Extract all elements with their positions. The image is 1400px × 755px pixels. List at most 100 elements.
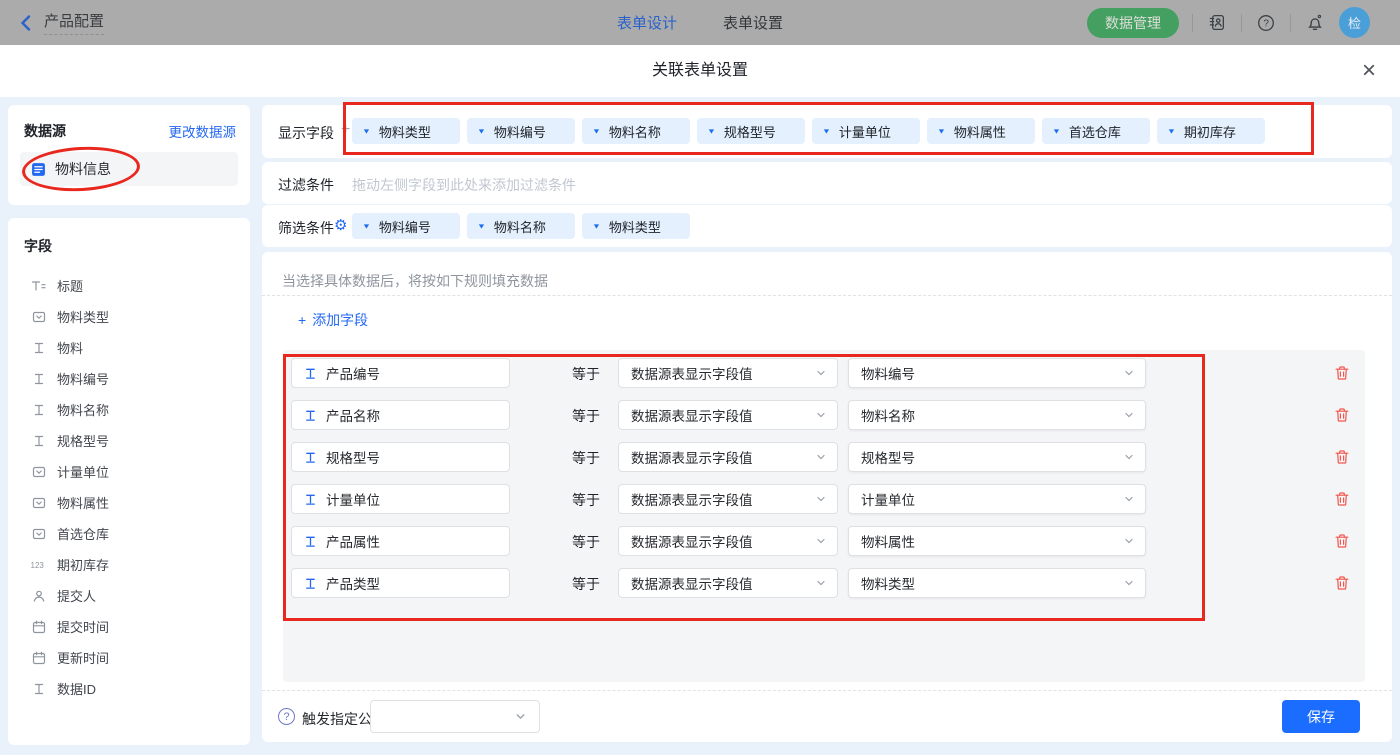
target-field-input[interactable]: 规格型号: [291, 442, 510, 472]
screening-tag[interactable]: ▼物料类型: [582, 213, 690, 239]
topbar-actions: 数据管理 ? 检: [1087, 7, 1370, 38]
field-item[interactable]: 物料: [8, 332, 250, 363]
tab-form-design[interactable]: 表单设计: [617, 12, 677, 33]
divider: [1192, 14, 1193, 32]
avatar[interactable]: 检: [1339, 7, 1370, 38]
target-field-input[interactable]: 计量单位: [291, 484, 510, 514]
text-icon: [30, 403, 47, 417]
field-item[interactable]: 物料属性: [8, 487, 250, 518]
target-field-input[interactable]: 产品名称: [291, 400, 510, 430]
display-field-tags: ▼物料类型 ▼物料编号 ▼物料名称 ▼规格型号 ▼计量单位 ▼物料属性 ▼首选仓…: [352, 118, 1265, 144]
add-display-field-icon[interactable]: +: [341, 121, 350, 139]
add-field-button[interactable]: + 添加字段: [298, 310, 368, 330]
filter-label: 过滤条件: [278, 175, 334, 195]
delete-row-icon[interactable]: [1334, 407, 1350, 423]
field-item[interactable]: 提交时间: [8, 611, 250, 642]
source-type-select[interactable]: 数据源表显示字段值: [618, 526, 838, 556]
display-field-tag[interactable]: ▼计量单位: [812, 118, 920, 144]
data-manage-button[interactable]: 数据管理: [1087, 8, 1179, 38]
modal-header: 关联表单设置 ×: [0, 45, 1400, 97]
source-type-select[interactable]: 数据源表显示字段值: [618, 358, 838, 388]
target-field-input[interactable]: 产品编号: [291, 358, 510, 388]
chevron-down-icon: [1123, 409, 1135, 421]
field-item[interactable]: 更新时间: [8, 642, 250, 673]
screening-tags: ▼物料编号 ▼物料名称 ▼物料类型: [352, 213, 690, 239]
rules-hint: 当选择具体数据后，将按如下规则填充数据: [282, 271, 548, 291]
field-item[interactable]: 数据ID: [8, 673, 250, 704]
rule-row: 产品类型 等于 数据源表显示字段值 物料类型: [283, 568, 1365, 598]
delete-row-icon[interactable]: [1334, 491, 1350, 507]
formula-select[interactable]: [370, 700, 540, 733]
source-field-select[interactable]: 物料编号: [848, 358, 1146, 388]
display-field-tag[interactable]: ▼物料类型: [352, 118, 460, 144]
rule-row: 产品名称 等于 数据源表显示字段值 物料名称: [283, 400, 1365, 430]
display-field-tag[interactable]: ▼期初库存: [1157, 118, 1265, 144]
delete-row-icon[interactable]: [1334, 449, 1350, 465]
display-field-tag[interactable]: ▼物料名称: [582, 118, 690, 144]
caret-down-icon: ▼: [362, 222, 371, 230]
target-field-input[interactable]: 产品属性: [291, 526, 510, 556]
chevron-down-icon: [1123, 535, 1135, 547]
contact-book-icon[interactable]: [1206, 12, 1228, 34]
source-field-select[interactable]: 物料名称: [848, 400, 1146, 430]
gear-icon[interactable]: ⚙: [334, 218, 347, 234]
field-item[interactable]: 计量单位: [8, 456, 250, 487]
back-nav[interactable]: 产品配置: [0, 10, 104, 35]
caret-down-icon: ▼: [822, 127, 831, 135]
help-icon[interactable]: ?: [1255, 12, 1277, 34]
tab-form-settings[interactable]: 表单设置: [723, 12, 783, 33]
chevron-down-icon: [1123, 577, 1135, 589]
display-field-tag[interactable]: ▼规格型号: [697, 118, 805, 144]
text-field-icon: [304, 451, 317, 464]
source-type-select[interactable]: 数据源表显示字段值: [618, 442, 838, 472]
display-field-tag[interactable]: ▼物料属性: [927, 118, 1035, 144]
field-item[interactable]: 物料类型: [8, 301, 250, 332]
filter-dropzone[interactable]: 拖动左侧字段到此处来添加过滤条件: [352, 175, 576, 195]
rule-row: 产品编号 等于 数据源表显示字段值 物料编号: [283, 358, 1365, 388]
chevron-down-icon: [815, 577, 827, 589]
screening-tag[interactable]: ▼物料编号: [352, 213, 460, 239]
field-item[interactable]: 物料编号: [8, 363, 250, 394]
field-item[interactable]: 标题: [8, 270, 250, 301]
target-field-input[interactable]: 产品类型: [291, 568, 510, 598]
field-item[interactable]: 物料名称: [8, 394, 250, 425]
svg-text:?: ?: [1263, 18, 1269, 29]
rules-panel: 产品编号 等于 数据源表显示字段值 物料编号 产品名称: [283, 350, 1365, 682]
source-type-select[interactable]: 数据源表显示字段值: [618, 400, 838, 430]
field-item[interactable]: 规格型号: [8, 425, 250, 456]
chevron-down-icon: [1123, 451, 1135, 463]
delete-row-icon[interactable]: [1334, 365, 1350, 381]
datasource-item[interactable]: 物料信息: [20, 152, 238, 186]
text-field-icon: [304, 409, 317, 422]
delete-row-icon[interactable]: [1334, 533, 1350, 549]
caret-down-icon: ▼: [592, 222, 601, 230]
display-field-tag[interactable]: ▼物料编号: [467, 118, 575, 144]
screening-tag[interactable]: ▼物料名称: [467, 213, 575, 239]
fields-list: 标题 物料类型 物料 物料编号 物料名称 规格型号: [8, 270, 250, 704]
svg-text:123: 123: [31, 561, 45, 570]
close-icon[interactable]: ×: [1362, 58, 1376, 84]
source-field-select[interactable]: 物料类型: [848, 568, 1146, 598]
chevron-down-icon: [815, 493, 827, 505]
field-item[interactable]: 123 期初库存: [8, 549, 250, 580]
source-type-select[interactable]: 数据源表显示字段值: [618, 484, 838, 514]
rule-row: 计量单位 等于 数据源表显示字段值 计量单位: [283, 484, 1365, 514]
text-icon: [30, 682, 47, 696]
bell-icon[interactable]: [1304, 12, 1326, 34]
field-item[interactable]: 首选仓库: [8, 518, 250, 549]
display-field-tag[interactable]: ▼首选仓库: [1042, 118, 1150, 144]
field-item[interactable]: 提交人: [8, 580, 250, 611]
source-type-select[interactable]: 数据源表显示字段值: [618, 568, 838, 598]
topbar-tabs: 表单设计 表单设置: [617, 12, 783, 33]
save-button[interactable]: 保存: [1282, 700, 1360, 733]
source-field-select[interactable]: 计量单位: [848, 484, 1146, 514]
change-datasource-link[interactable]: 更改数据源: [169, 121, 237, 141]
source-field-select[interactable]: 规格型号: [848, 442, 1146, 472]
display-fields-label: 显示字段: [278, 123, 334, 143]
calendar-icon: [30, 651, 47, 665]
question-circle-icon[interactable]: ?: [278, 708, 295, 725]
source-field-select[interactable]: 物料属性: [848, 526, 1146, 556]
text-field-icon: [304, 577, 317, 590]
delete-row-icon[interactable]: [1334, 575, 1350, 591]
chevron-left-icon: [18, 14, 34, 32]
